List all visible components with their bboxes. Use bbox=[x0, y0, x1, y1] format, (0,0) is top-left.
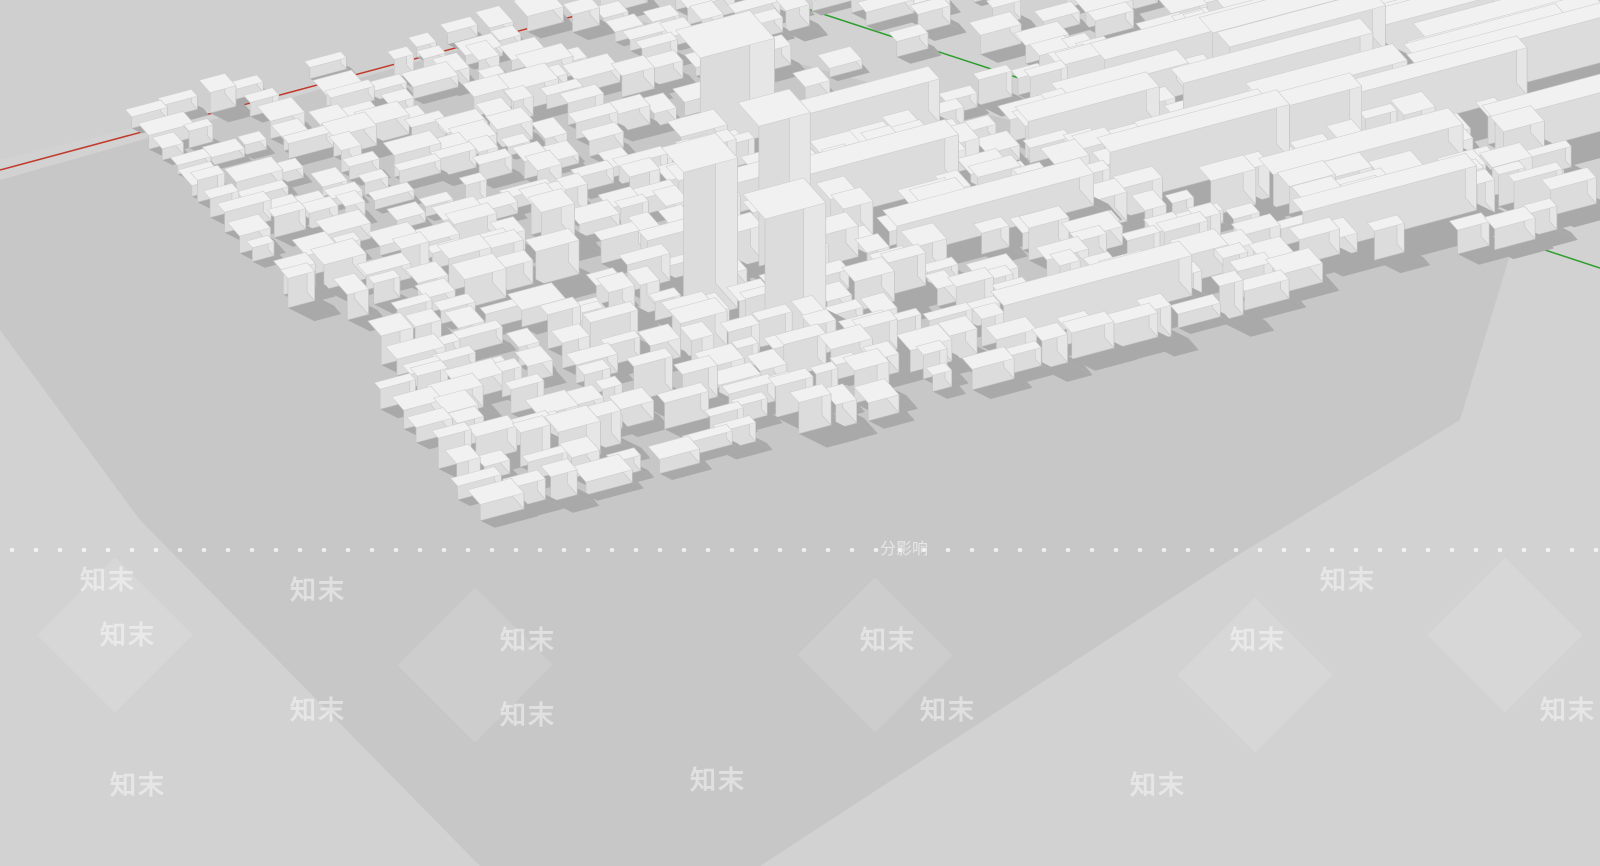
watermark-dot-line bbox=[0, 548, 1600, 552]
3d-viewport[interactable]: 知末 知末 知末 知末 知末 知末 知末 知末 知末 知末 知末 知末 知末 知… bbox=[0, 0, 1600, 866]
city-block-model[interactable] bbox=[0, 0, 1600, 866]
